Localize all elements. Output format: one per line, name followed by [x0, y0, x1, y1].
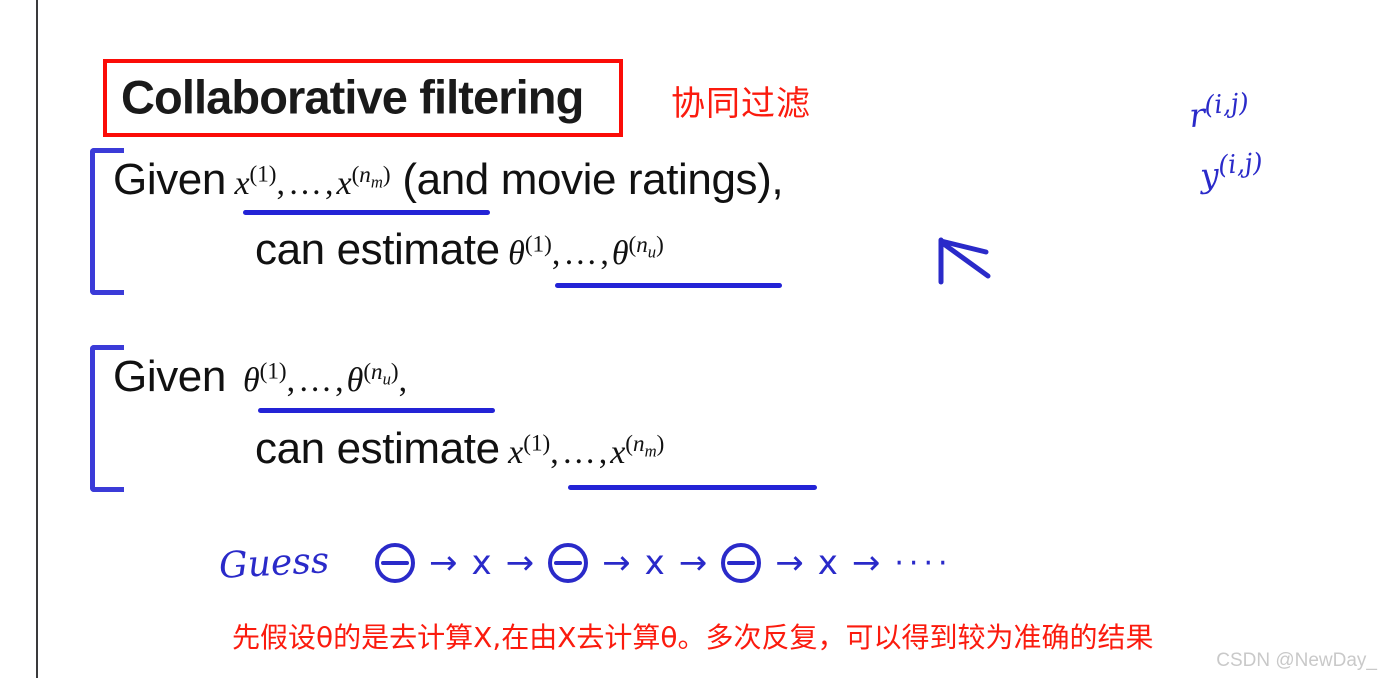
theta-symbol-2: θ: [242, 362, 260, 399]
theta-superscript-1: (1): [524, 231, 552, 258]
theta-symbol-nu-2: θ: [346, 362, 364, 399]
x-glyph-3: x: [817, 543, 838, 583]
y-superscript: (i,j): [1217, 147, 1264, 181]
u-subscript-1: u: [647, 242, 657, 262]
n-symbol-1: n: [359, 161, 371, 188]
can-estimate-label-1: can estimate: [255, 225, 500, 274]
theta-glyph-3: [721, 543, 762, 583]
page-title: Collaborative filtering: [121, 70, 584, 124]
underline-x-list-1: [243, 210, 490, 215]
r-indicator-annotation: r(i,j): [1188, 88, 1251, 135]
paren-open-3: (: [363, 358, 372, 385]
x-superscript-nm-1: (nm): [352, 161, 391, 192]
summary-annotation-cn: 先假设θ的是去计算X,在由X去计算θ。多次反复，可以得到较为准确的结果: [232, 621, 1154, 654]
theta-superscript-nu-1: (nu): [629, 231, 664, 262]
ellipsis-glyph: ····: [894, 545, 953, 581]
paren-open-4: (: [625, 430, 633, 457]
csdn-watermark: CSDN @NewDay_: [1216, 650, 1377, 671]
title-highlight-box: Collaborative filtering: [103, 59, 623, 137]
math-theta-list-1: θ(1),…,θ(nu): [500, 231, 664, 272]
arrow-icon-2: →: [505, 543, 535, 583]
arrow-icon-6: →: [851, 543, 881, 583]
theta-superscript-2: (1): [259, 358, 287, 385]
x-superscript-1: (1): [249, 161, 277, 188]
slide-canvas: Collaborative filtering 协同过滤 r(i,j) y(i,…: [0, 0, 1383, 678]
theta-superscript-nu-2: (nu): [363, 358, 399, 389]
statement-given-x: Given x(1),…,x(nm) (and movie ratings),: [113, 155, 784, 205]
arrow-icon-1: →: [429, 543, 458, 583]
x-symbol-1: x: [234, 165, 250, 202]
statement-estimate-theta: can estimate θ(1),…,θ(nu): [255, 225, 664, 275]
u-subscript-2: u: [382, 369, 391, 389]
arrow-icon-4: →: [678, 543, 708, 583]
statement-estimate-x: can estimate x(1),…,x(nm): [255, 424, 664, 474]
guess-label: Guess: [218, 540, 331, 587]
movie-ratings-text: (and movie ratings),: [402, 155, 784, 204]
theta-symbol-1: θ: [508, 235, 525, 272]
can-estimate-label-2: can estimate: [255, 424, 500, 473]
x-glyph-1: x: [471, 543, 492, 583]
theta-glyph-2: [548, 543, 589, 583]
x-glyph-2: x: [644, 543, 665, 583]
paren-close-4: ): [656, 430, 665, 457]
up-left-arrow-icon: [938, 237, 991, 285]
n-symbol-3: n: [371, 358, 383, 385]
arrow-icon-3: →: [602, 543, 631, 583]
paren-close-1: ): [382, 161, 391, 188]
x-dots-1: ,…,: [276, 165, 337, 202]
y-rating-annotation: y(i,j): [1199, 148, 1265, 195]
paren-close-3: ): [390, 358, 399, 385]
theta-glyph-1: [375, 543, 415, 583]
page-left-rule: [36, 0, 38, 678]
given-label-2: Given: [113, 352, 226, 401]
n-symbol-2: n: [636, 231, 648, 258]
math-x-list-2: x(1),…,x(nm): [500, 430, 665, 471]
x-symbol-nm-1: x: [336, 165, 352, 202]
paren-close-2: ): [656, 231, 664, 258]
theta-dots-1: ,…,: [551, 235, 612, 272]
m-subscript-1: m: [370, 172, 383, 192]
underline-x-list-2: [568, 485, 817, 490]
theta-dots-2: ,…,: [286, 362, 347, 399]
x-symbol-nm-2: x: [610, 434, 626, 471]
m-subscript-2: m: [644, 441, 657, 461]
given-label-1: Given: [113, 155, 226, 204]
movie-ratings-note: (and movie ratings),: [391, 155, 784, 204]
n-symbol-4: n: [633, 430, 645, 457]
iteration-sequence: → x → → x → → x → ····: [375, 543, 953, 583]
arrow-icon-5: →: [775, 543, 804, 583]
underline-theta-list-1: [555, 283, 782, 288]
underline-theta-list-2: [258, 408, 495, 413]
trailing-comma: ,: [398, 362, 408, 399]
x-superscript-nm-2: (nm): [625, 430, 665, 461]
x-dots-2: ,…,: [550, 434, 611, 471]
x-superscript-2: (1): [523, 430, 551, 457]
math-x-list-1: x(1),…,x(nm): [226, 161, 391, 202]
math-theta-list-2: θ(1),…,θ(nu),: [226, 358, 408, 399]
theta-symbol-nu-1: θ: [611, 235, 629, 272]
title-translation-cn: 协同过滤: [671, 84, 811, 124]
x-symbol-2: x: [508, 434, 524, 471]
r-superscript: (i,j): [1203, 87, 1250, 121]
statement-given-theta: Given θ(1),…,θ(nu),: [113, 352, 407, 402]
